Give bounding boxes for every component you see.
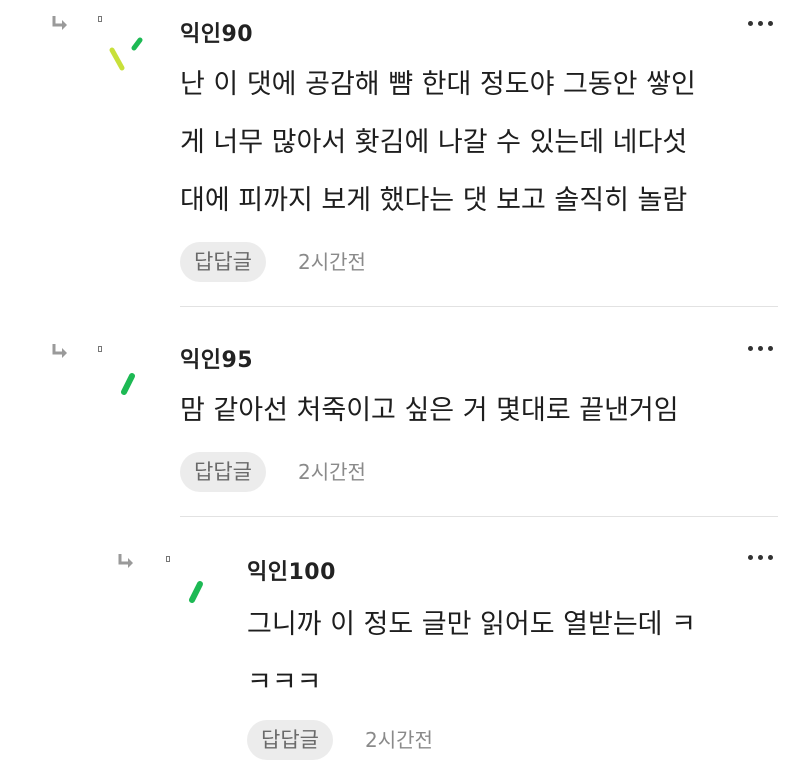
- reply-arrow-icon: [52, 16, 67, 30]
- comment-text: 그니까 이 정도 글만 읽어도 열받는데 ㅋ ㅋㅋㅋ: [247, 609, 696, 698]
- reply-button[interactable]: 답답글: [180, 242, 266, 282]
- comment-divider: [180, 516, 778, 517]
- anonymous-avatar-icon: [189, 581, 203, 603]
- marker-icon: [166, 556, 170, 562]
- more-options-button[interactable]: [740, 547, 780, 567]
- reply-button[interactable]: 답답글: [180, 452, 266, 492]
- marker-icon: [98, 16, 102, 22]
- reply-arrow-icon: [118, 554, 133, 568]
- comment-item: 익인90 난 이 댓에 공감해 뺨 한대 정도야 그동안 쌓인 게 너무 많아서…: [0, 0, 800, 300]
- commenter-nickname[interactable]: 익인90: [180, 16, 253, 48]
- marker-icon: [98, 346, 102, 352]
- comment-time: 2시간전: [298, 250, 366, 274]
- anonymous-avatar-icon: [109, 37, 143, 71]
- commenter-nickname[interactable]: 익인100: [247, 554, 336, 586]
- reply-arrow-icon: [52, 344, 67, 358]
- anonymous-avatar-icon: [121, 373, 135, 395]
- comment-time: 2시간전: [365, 728, 433, 752]
- comment-time: 2시간전: [298, 460, 366, 484]
- reply-button[interactable]: 답답글: [247, 720, 333, 760]
- more-options-button[interactable]: [740, 13, 780, 33]
- comment-item: 익인95 맘 같아선 처죽이고 싶은 거 몇대로 끝낸거임 답답글 2시간전: [0, 330, 800, 510]
- comment-text: 맘 같아선 처죽이고 싶은 거 몇대로 끝낸거임: [180, 395, 679, 426]
- more-options-button[interactable]: [740, 338, 780, 358]
- comment-text: 난 이 댓에 공감해 뺨 한대 정도야 그동안 쌓인 게 너무 많아서 홧김에 …: [180, 69, 696, 216]
- commenter-nickname[interactable]: 익인95: [180, 342, 253, 374]
- comment-item: 익인100 그니까 이 정도 글만 읽어도 열받는데 ㅋ ㅋㅋㅋ 답답글 2시간…: [0, 540, 800, 768]
- comment-divider: [180, 306, 778, 307]
